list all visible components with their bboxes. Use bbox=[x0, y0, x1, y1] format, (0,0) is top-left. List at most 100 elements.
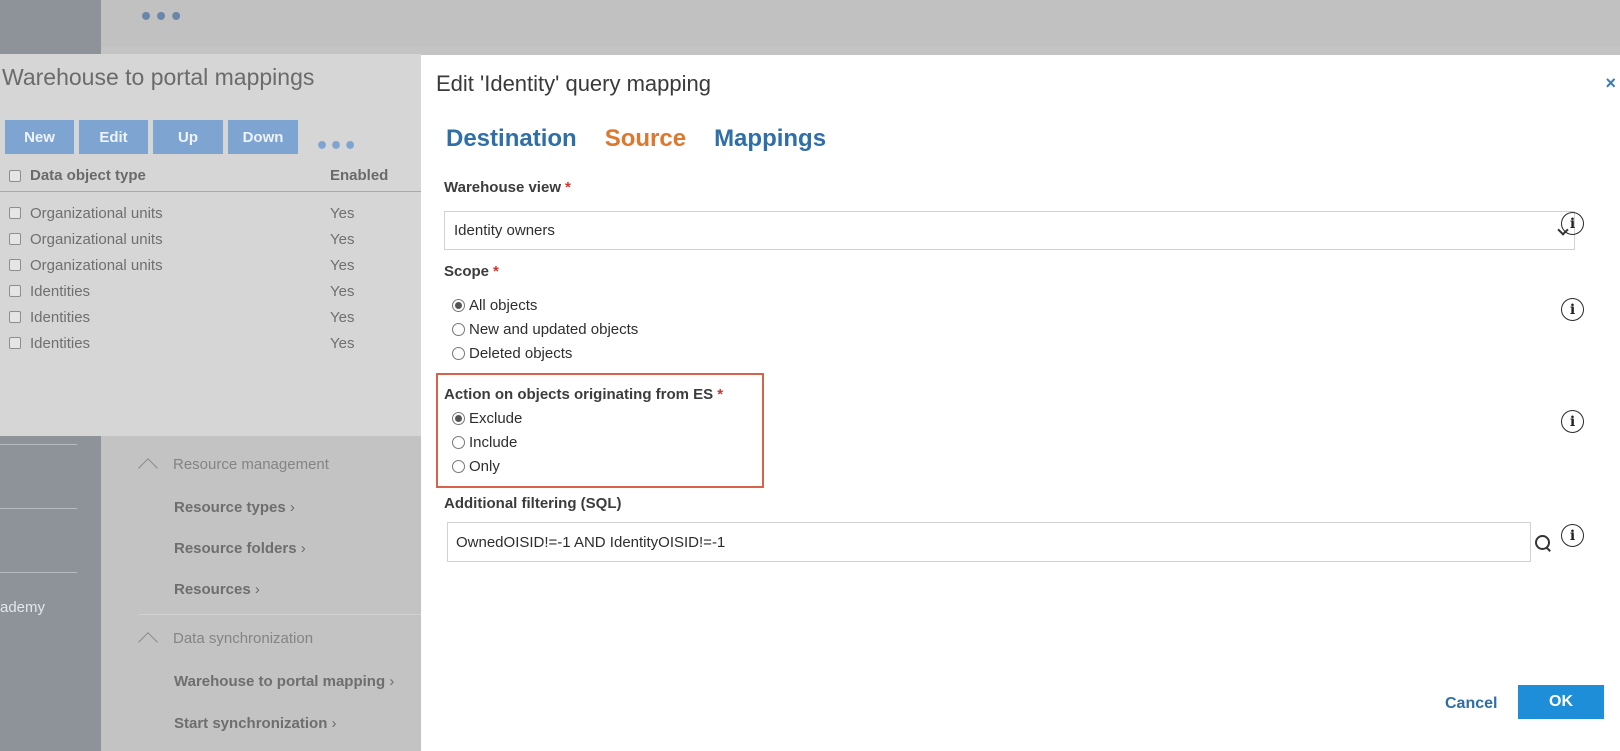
new-button[interactable]: New bbox=[5, 120, 74, 154]
table-row[interactable]: Organizational units Yes bbox=[0, 226, 421, 252]
warehouse-view-label: Warehouse view * bbox=[444, 179, 571, 196]
tab-destination[interactable]: Destination bbox=[446, 125, 577, 153]
radio-unselected[interactable] bbox=[452, 459, 465, 473]
nav-link-start-synchronization[interactable]: Start synchronization bbox=[174, 715, 337, 732]
radio-unselected[interactable] bbox=[452, 435, 465, 449]
dialog-title: Edit 'Identity' query mapping bbox=[436, 71, 711, 96]
scope-option-label: All objects bbox=[469, 296, 538, 314]
nav-link-warehouse-mapping[interactable]: Warehouse to portal mapping bbox=[174, 673, 394, 690]
row-type-cell: Identities bbox=[0, 283, 330, 300]
cancel-button[interactable]: Cancel bbox=[1445, 695, 1497, 713]
column-header-type[interactable]: Data object type bbox=[30, 167, 146, 184]
row-type-cell: Identities bbox=[0, 309, 330, 326]
table-row[interactable]: Organizational units Yes bbox=[0, 252, 421, 278]
table-row[interactable]: Identities Yes bbox=[0, 330, 421, 356]
row-type-cell: Organizational units bbox=[0, 231, 330, 248]
app-top-bar-overlay: ••• bbox=[101, 0, 1620, 47]
close-icon[interactable]: × bbox=[1605, 73, 1616, 94]
scope-option-new-updated[interactable]: New and updated objects bbox=[452, 317, 638, 341]
down-button[interactable]: Down bbox=[228, 120, 298, 154]
row-checkbox[interactable] bbox=[9, 207, 21, 219]
edit-button[interactable]: Edit bbox=[79, 120, 148, 154]
required-mark: * bbox=[564, 179, 571, 196]
action-option-include[interactable]: Include bbox=[452, 430, 522, 454]
nav-section-resource-management[interactable]: Resource management bbox=[139, 456, 329, 473]
chevron-up-icon bbox=[139, 633, 159, 645]
radio-unselected[interactable] bbox=[452, 346, 465, 360]
row-enabled: Yes bbox=[330, 334, 355, 352]
nav-section-data-synchronization[interactable]: Data synchronization bbox=[139, 630, 313, 647]
row-type: Identities bbox=[30, 334, 91, 352]
search-icon[interactable] bbox=[1533, 533, 1553, 553]
action-option-label: Include bbox=[469, 433, 518, 451]
row-checkbox[interactable] bbox=[9, 259, 21, 271]
row-type-cell: Identities bbox=[0, 335, 330, 352]
row-type: Organizational units bbox=[30, 256, 163, 274]
scope-option-label: Deleted objects bbox=[469, 344, 573, 362]
table-header: Data object type Enabled bbox=[0, 160, 421, 192]
row-type-cell: Organizational units bbox=[0, 257, 330, 274]
table-row[interactable]: Identities Yes bbox=[0, 304, 421, 330]
action-option-only[interactable]: Only bbox=[452, 454, 522, 478]
panel-title: Warehouse to portal mappings bbox=[2, 64, 315, 90]
row-checkbox[interactable] bbox=[9, 285, 21, 297]
table-row[interactable]: Identities Yes bbox=[0, 278, 421, 304]
radio-selected[interactable] bbox=[452, 298, 465, 312]
ok-button[interactable]: OK bbox=[1518, 685, 1604, 719]
nav-section-label: Resource management bbox=[173, 456, 329, 473]
action-es-info-icon[interactable] bbox=[1561, 410, 1584, 433]
warehouse-view-select[interactable]: Identity owners bbox=[444, 211, 1575, 250]
sql-filter-label: Additional filtering (SQL) bbox=[444, 495, 622, 512]
table-row[interactable]: Organizational units Yes bbox=[0, 200, 421, 226]
row-enabled: Yes bbox=[330, 282, 355, 300]
tab-mappings[interactable]: Mappings bbox=[714, 125, 826, 153]
scope-option-deleted[interactable]: Deleted objects bbox=[452, 341, 638, 365]
radio-unselected[interactable] bbox=[452, 322, 465, 336]
row-enabled: Yes bbox=[330, 230, 355, 248]
row-type-cell: Organizational units bbox=[0, 205, 330, 222]
action-option-label: Exclude bbox=[469, 409, 523, 427]
sql-filter-info-icon[interactable] bbox=[1561, 524, 1584, 547]
action-es-radio-group: Exclude Include Only bbox=[452, 406, 522, 478]
row-checkbox[interactable] bbox=[9, 233, 21, 245]
action-es-label-text: Action on objects originating from ES bbox=[444, 386, 714, 403]
action-option-exclude[interactable]: Exclude bbox=[452, 406, 522, 430]
scope-label: Scope * bbox=[444, 263, 499, 280]
app-top-more-icon[interactable]: ••• bbox=[139, 7, 184, 29]
scope-option-label: New and updated objects bbox=[469, 320, 639, 338]
scope-label-text: Scope bbox=[444, 263, 490, 280]
row-enabled: Yes bbox=[330, 308, 355, 326]
edit-query-mapping-dialog: × Edit 'Identity' query mapping Destinat… bbox=[421, 55, 1620, 751]
nav-link-resources[interactable]: Resources bbox=[174, 581, 260, 598]
row-type: Organizational units bbox=[30, 204, 163, 222]
chevron-up-icon bbox=[139, 459, 159, 471]
sql-filter-input[interactable]: OwnedOISID!=-1 AND IdentityOISID!=-1 bbox=[447, 522, 1531, 562]
action-es-label: Action on objects originating from ES * bbox=[444, 386, 723, 403]
tab-source[interactable]: Source bbox=[605, 125, 686, 153]
row-type: Identities bbox=[30, 308, 91, 326]
row-type: Organizational units bbox=[30, 230, 163, 248]
row-type: Identities bbox=[30, 282, 91, 300]
scope-option-all[interactable]: All objects bbox=[452, 293, 638, 317]
toolbar-more-icon[interactable]: ••• bbox=[315, 136, 357, 158]
scope-info-icon[interactable] bbox=[1561, 298, 1584, 321]
warehouse-view-value: Identity owners bbox=[454, 222, 555, 239]
required-mark: * bbox=[717, 386, 724, 403]
required-mark: * bbox=[493, 263, 499, 280]
nav-link-resource-types[interactable]: Resource types bbox=[174, 499, 295, 516]
left-rail-label[interactable]: ademy bbox=[0, 599, 45, 616]
row-checkbox[interactable] bbox=[9, 337, 21, 349]
action-option-label: Only bbox=[469, 457, 500, 475]
row-checkbox[interactable] bbox=[9, 311, 21, 323]
radio-selected[interactable] bbox=[452, 411, 465, 425]
table-body: Organizational units Yes Organizational … bbox=[0, 192, 421, 356]
dialog-tabs: Destination Source Mappings bbox=[446, 125, 826, 153]
select-all-checkbox[interactable] bbox=[9, 169, 21, 182]
nav-section-label: Data synchronization bbox=[173, 630, 314, 647]
row-enabled: Yes bbox=[330, 204, 355, 222]
column-header-enabled[interactable]: Enabled bbox=[330, 167, 388, 184]
up-button[interactable]: Up bbox=[153, 120, 223, 154]
scope-radio-group: All objects New and updated objects Dele… bbox=[452, 293, 638, 365]
warehouse-view-info-icon[interactable] bbox=[1561, 212, 1584, 235]
nav-link-resource-folders[interactable]: Resource folders bbox=[174, 540, 306, 557]
